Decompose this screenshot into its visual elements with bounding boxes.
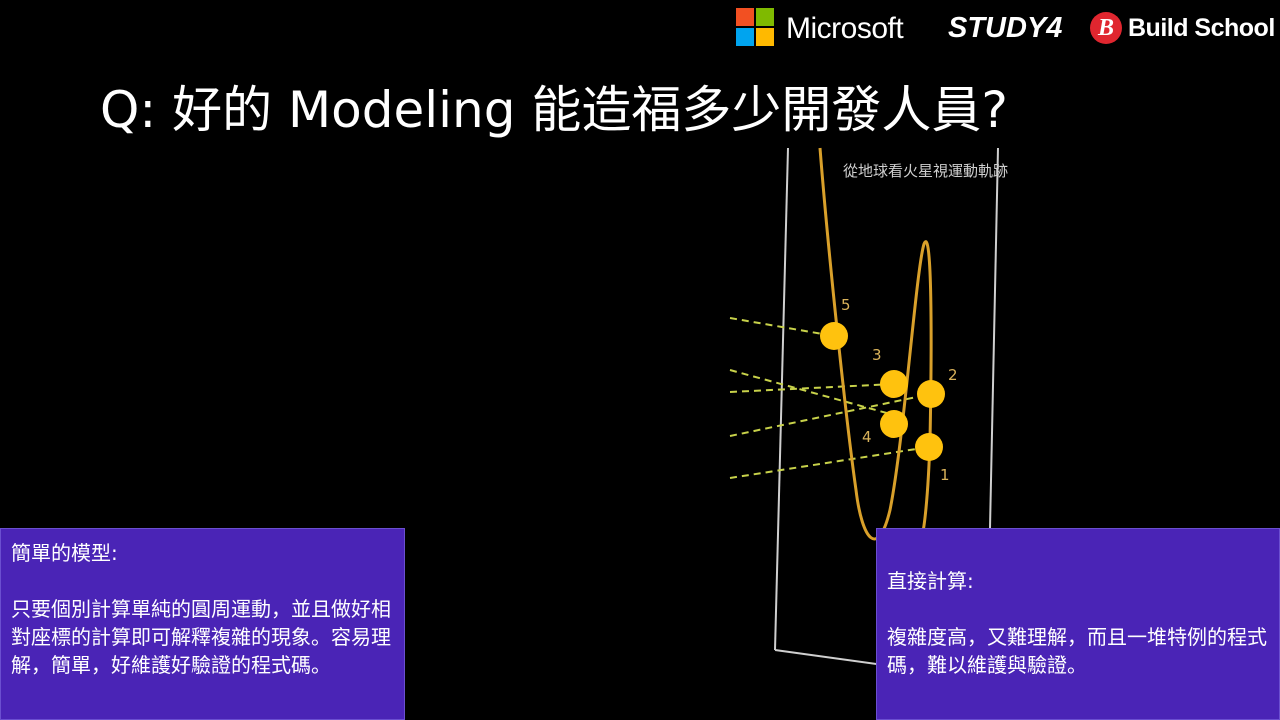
planet-positions	[820, 322, 945, 461]
planet-position-2	[917, 380, 945, 408]
direct-calculation-box: 直接計算: 複雜度高，又難理解，而且一堆特例的程式碼，難以維護與驗證。	[876, 528, 1280, 720]
planet-position-3	[880, 370, 908, 398]
planet-position-4	[880, 410, 908, 438]
frame-right-edge	[989, 147, 999, 529]
point-label-2: 2	[948, 366, 958, 384]
planet-position-1	[915, 433, 943, 461]
simple-model-body: 只要個別計算單純的圓周運動，並且做好相對座標的計算即可解釋複雜的現象。容易理解，…	[11, 597, 391, 677]
point-label-3: 3	[872, 346, 882, 364]
build-school-logo-icon: B	[1090, 12, 1122, 44]
simple-model-heading: 簡單的模型:	[11, 541, 118, 565]
direct-calculation-heading: 直接計算:	[887, 569, 974, 593]
study4-logo: STUDY4	[948, 12, 1063, 44]
point-label-1: 1	[940, 466, 950, 484]
microsoft-logo-text: Microsoft	[786, 12, 904, 45]
figure-caption: 從地球看火星視運動軌跡	[843, 162, 1008, 180]
frame-left-edge	[774, 147, 789, 651]
slide-title: Q: 好的 Modeling 能造福多少開發人員?	[100, 81, 1008, 139]
point-label-5: 5	[841, 296, 851, 314]
direct-calculation-body: 複雜度高，又難理解，而且一堆特例的程式碼，難以維護與驗證。	[887, 625, 1267, 677]
planet-position-5	[820, 322, 848, 350]
simple-model-box: 簡單的模型: 只要個別計算單純的圓周運動，並且做好相對座標的計算即可解釋複雜的現…	[0, 528, 405, 720]
build-school-logo-text: Build School	[1128, 14, 1275, 42]
microsoft-logo-icon	[736, 8, 774, 46]
point-label-4: 4	[862, 428, 872, 446]
